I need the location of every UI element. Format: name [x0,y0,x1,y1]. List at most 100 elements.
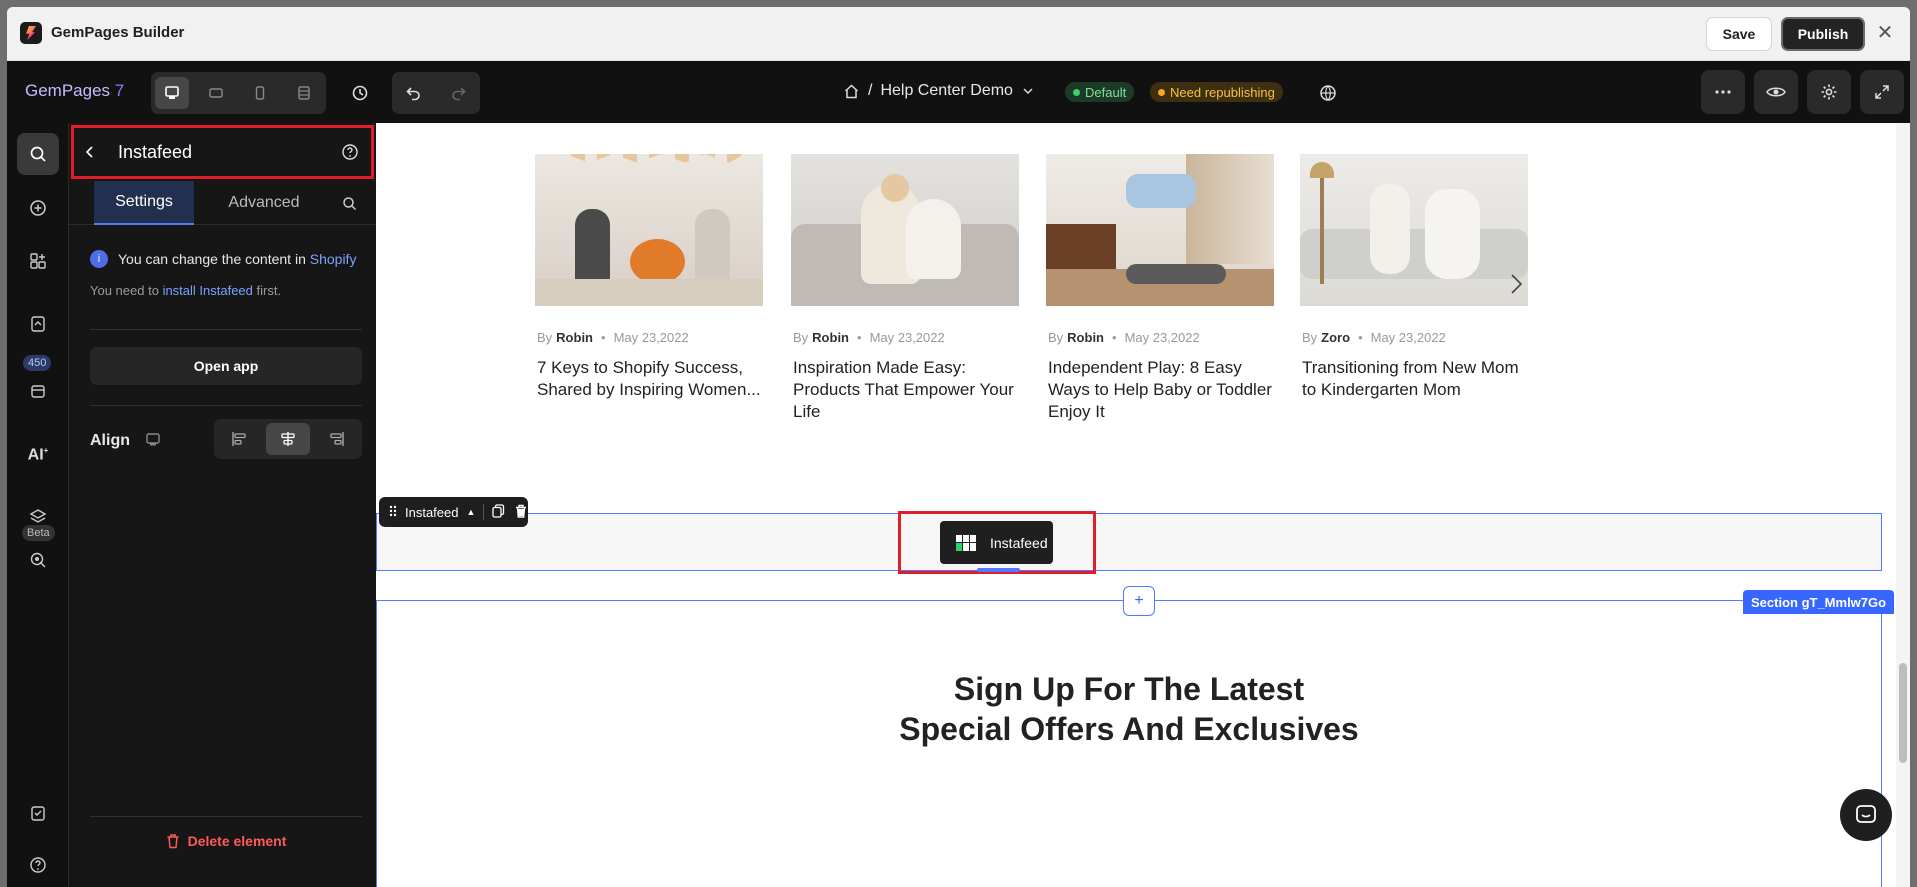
install-instafeed-link[interactable]: install Instafeed [163,283,253,298]
instafeed-element-container[interactable] [376,513,1882,571]
home-icon [844,83,859,98]
scrollbar-thumb[interactable] [1899,663,1907,763]
brand-version: 7 [114,81,125,100]
undo-redo-group [392,72,480,114]
tab-settings[interactable]: Settings [94,181,194,225]
meta-dot: • [857,330,862,345]
device-switcher [151,72,326,114]
trash-icon[interactable] [515,504,527,521]
info-message: i You can change the content in Shopify [90,250,356,268]
blog-card[interactable]: By Robin • May 23,2022 Independent Play: 8 … [1046,154,1274,423]
install-message: You need to install Instafeed first. [90,283,281,298]
by-label: By [1302,330,1318,345]
publish-button[interactable]: Publish [1781,17,1865,51]
search-icon[interactable] [17,133,59,175]
status-dot [1073,88,1080,96]
save-button[interactable]: Save [1706,17,1772,51]
preview-eye-icon[interactable] [1754,70,1798,114]
tablet-landscape-icon[interactable] [199,77,233,109]
blog-card[interactable]: By Robin • May 23,2022 7 Keys to Shopify Su… [535,154,763,401]
blog-author: Robin [556,330,593,345]
status-badge-need-republishing: Need republishing [1150,82,1283,102]
instafeed-widget-label: Instafeed [990,534,1048,551]
element-target-icon[interactable] [17,530,59,572]
toolbar-divider [483,504,485,520]
apps-icon[interactable] [17,240,59,282]
signup-heading: Sign Up For The Latest Special Offers An… [376,669,1882,749]
help-icon[interactable] [17,844,59,886]
panel-tabs: Settings Advanced [69,181,376,225]
page-canvas: By Robin • May 23,2022 7 Keys to Shopify Su… [376,123,1896,887]
panel-title: Instafeed [118,141,193,162]
library-icon[interactable] [17,361,59,403]
section-tag[interactable]: Section gT_Mmlw7Go [1743,590,1895,614]
align-right-icon[interactable] [315,423,359,455]
resize-handle[interactable] [977,568,1020,572]
breadcrumb-separator: / [868,82,873,99]
add-section-button[interactable]: + [1123,586,1155,616]
left-icon-rail: 450 AI+ Beta [7,123,69,887]
blog-card[interactable]: By Robin • May 23,2022 Inspiration Made Eas… [791,154,1019,423]
blog-image-mom-daughter-sofa [791,154,1019,306]
trash-icon [167,834,179,849]
selected-element-label[interactable]: Instafeed [405,505,459,520]
status-badge-default: Default [1065,82,1135,102]
history-icon[interactable] [345,78,375,108]
checklist-icon[interactable] [17,792,59,834]
back-arrow-icon[interactable] [84,145,106,159]
more-options-icon[interactable] [1701,70,1745,114]
gempages-logo-icon [20,22,42,44]
carousel-next-chevron-icon[interactable] [1509,273,1523,300]
blog-title[interactable]: Transitioning from New Mom to Kindergart… [1302,357,1528,401]
chat-bubble-icon[interactable] [1840,789,1892,841]
blog-title[interactable]: Independent Play: 8 Easy Ways to Help Ba… [1048,357,1274,423]
redo-icon[interactable] [443,78,473,108]
delete-element-button[interactable]: Delete element [90,833,362,849]
desktop-device-icon [145,432,161,453]
blog-card[interactable]: By Zoro • May 23,2022 Transitioning from Ne… [1300,154,1528,401]
meta-dot: • [1112,330,1117,345]
question-circle-icon[interactable] [341,143,359,166]
blog-meta: By Robin • May 23,2022 [793,330,1019,345]
instafeed-grid-icon [956,534,976,551]
blog-title[interactable]: 7 Keys to Shopify Success, Shared by Ins… [537,357,763,401]
status-badge-label: Default [1085,84,1127,100]
blog-author: Robin [1067,330,1104,345]
tab-advanced[interactable]: Advanced [209,181,319,225]
language-globe-icon[interactable] [1313,78,1343,108]
open-app-button[interactable]: Open app [90,347,362,385]
responsive-icon[interactable] [287,77,321,109]
divider [90,329,362,330]
by-label: By [793,330,809,345]
blog-author: Zoro [1321,330,1351,345]
title-bar: GemPages Builder Save Publish ✕ [7,7,1910,61]
panel-search-icon[interactable] [334,181,364,225]
pages-icon[interactable] [17,303,59,345]
instafeed-widget[interactable]: Instafeed [940,521,1053,564]
blog-image-dad-lifting-child [1046,154,1274,306]
add-element-icon[interactable] [17,187,59,229]
shopify-link[interactable]: Shopify [310,251,357,267]
drag-handle-icon[interactable] [389,505,397,520]
blog-author: Robin [812,330,849,345]
by-label: By [537,330,553,345]
chevron-down-icon [1023,88,1033,95]
fullscreen-icon[interactable] [1860,70,1904,114]
undo-icon[interactable] [399,78,429,108]
blog-date: May 23,2022 [869,330,945,345]
ai-icon[interactable]: AI+ [17,434,59,476]
breadcrumb[interactable]: / Help Center Demo [843,82,1035,100]
align-left-icon[interactable] [217,423,261,455]
align-center-icon[interactable] [266,423,310,455]
info-text: You can change the content in [118,251,306,267]
blog-title[interactable]: Inspiration Made Easy: Products That Emp… [793,357,1019,423]
settings-gear-icon[interactable] [1807,70,1851,114]
close-icon[interactable]: ✕ [1874,22,1896,44]
caret-up-icon[interactable]: ▲ [467,507,476,517]
mobile-device-icon[interactable] [243,77,277,109]
align-label: Align [90,432,130,449]
canvas-scrollbar[interactable] [1896,123,1910,887]
duplicate-icon[interactable] [492,503,505,521]
panel-header: Instafeed [71,125,374,179]
desktop-device-icon[interactable] [155,77,189,109]
